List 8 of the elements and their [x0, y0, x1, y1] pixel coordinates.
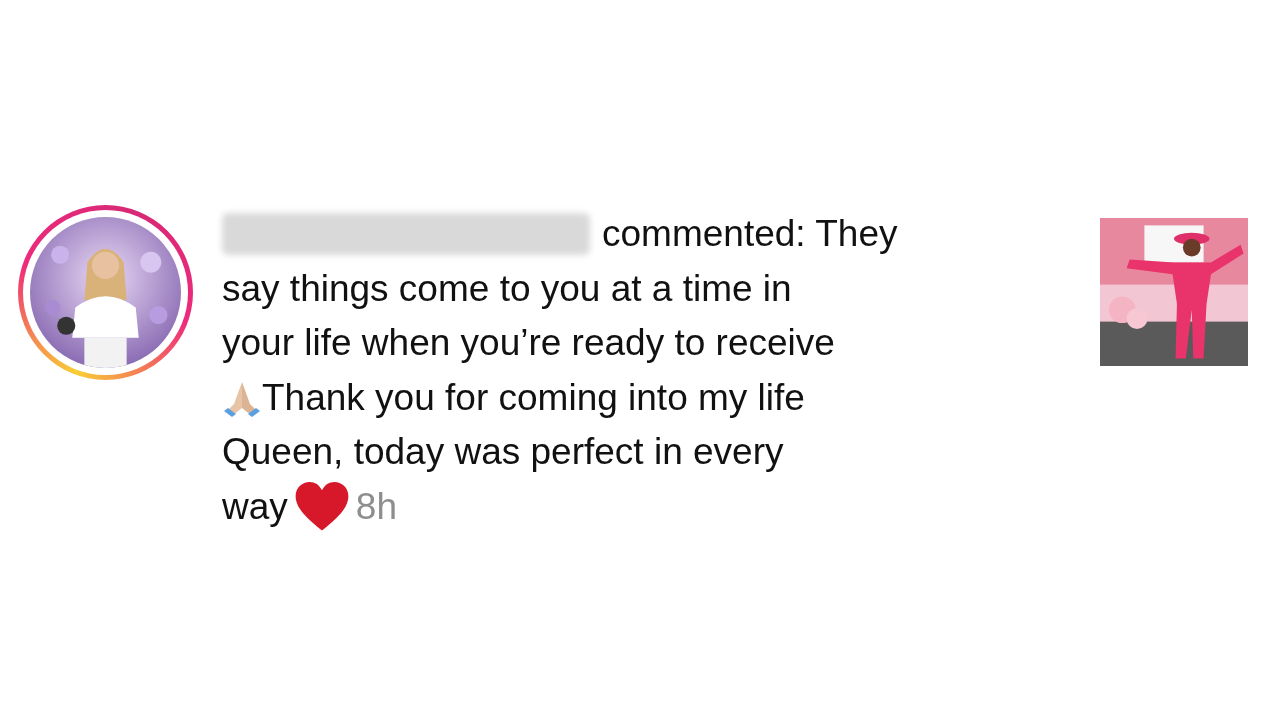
- comment-line: say things come to you at a time in: [222, 266, 792, 311]
- comment-line: your life when you’re ready to receive: [222, 321, 835, 365]
- comment-line: Thank you for coming into my life: [262, 375, 805, 420]
- timestamp: 8h: [355, 484, 397, 529]
- comment-line: commented: They: [602, 212, 898, 256]
- comment-line: Queen, today was perfect in every: [222, 430, 784, 474]
- heart-icon: [293, 481, 350, 532]
- comment-line: way: [222, 484, 288, 529]
